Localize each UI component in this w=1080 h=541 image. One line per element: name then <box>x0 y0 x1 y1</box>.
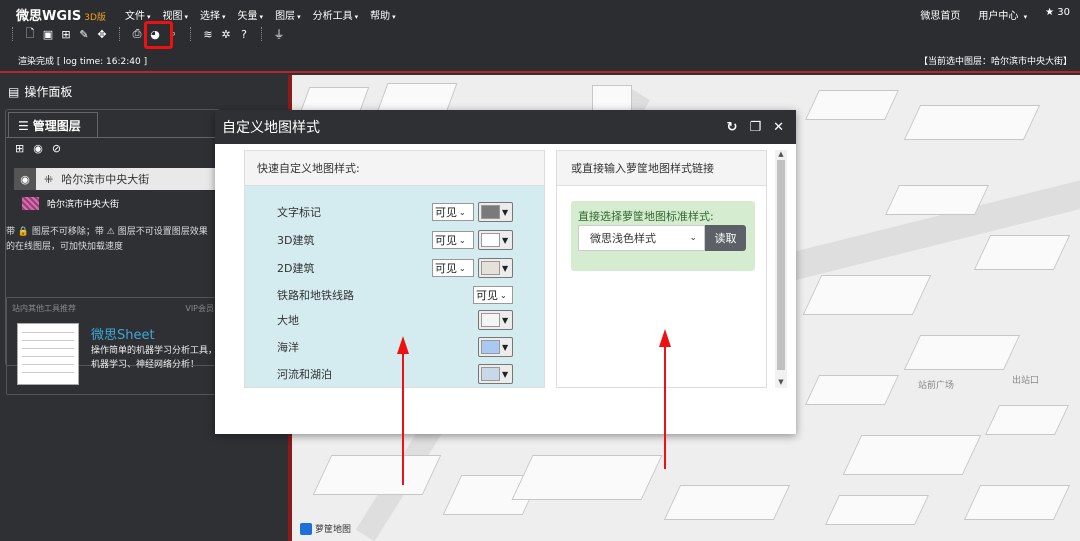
style-row: 大地 ▼ <box>245 309 544 331</box>
menu-analysis[interactable]: 分析工具 ▾ <box>313 7 359 22</box>
app-brand[interactable]: 微思WGIS 3D版 <box>16 5 106 24</box>
move-icon[interactable]: ✥ <box>93 26 111 42</box>
panel-icon: ▤ <box>8 84 20 99</box>
standard-style-select[interactable]: 微思浅色样式 ⌄ <box>578 225 705 251</box>
map-label-plaza: 站前广场 <box>918 381 955 391</box>
edit-icon[interactable]: ✎ <box>75 26 93 42</box>
layer-item[interactable]: ◉ ⁜ 哈尔滨市中央大街 <box>14 168 219 190</box>
list-icon: ☰ <box>18 118 29 133</box>
help-icon[interactable]: ? <box>235 26 253 42</box>
layer-name: 哈尔滨市中央大街 <box>61 173 150 186</box>
layer-actions: ⊞ ◉ ⊘ <box>15 142 61 155</box>
map-label-exit: 出站口 <box>1012 376 1040 386</box>
promo-title[interactable]: 微思Sheet <box>91 324 155 343</box>
layer-hint: 带 🔒 图层不可移除；带 ⚠ 图层不可设置图层效果 的在线图层，可加快加载速度 <box>6 227 208 252</box>
standard-style-label: 直接选择萝筐地图标准样式: <box>578 210 714 223</box>
close-icon[interactable]: ✕ <box>773 120 784 135</box>
top-right-links: 微思首页 用户中心 ▾ ★ 30 <box>920 7 1070 22</box>
menu-file[interactable]: 文件 ▾ <box>125 7 151 22</box>
style-row: 文字标记 可见 ⌄ ▼ <box>245 201 544 223</box>
panel-title: ▤ 操作面板 <box>8 84 73 100</box>
annotation-arrow-right <box>659 329 671 469</box>
promo-thumbnail <box>17 323 79 385</box>
color-picker[interactable]: ▼ <box>478 364 513 384</box>
visibility-select[interactable]: 可见 ⌄ <box>432 259 474 277</box>
color-picker[interactable]: ▼ <box>478 310 513 330</box>
show-all-icon[interactable]: ◉ <box>33 142 43 155</box>
tab-manage-layers[interactable]: ☰ 管理图层 <box>8 112 98 138</box>
palette-highlight-box <box>144 21 173 49</box>
menu-bar: 文件 ▾ 视图 ▾ 选择 ▾ 矢量 ▾ 图层 ▾ 分析工具 ▾ 帮助 ▾ <box>125 7 396 22</box>
layers-icon[interactable]: ≋ <box>199 26 217 42</box>
star-count[interactable]: ★ 30 <box>1045 7 1070 22</box>
plugin-icon[interactable]: ⏚ <box>270 26 288 42</box>
new-file-icon[interactable]: 🗋 <box>21 26 39 42</box>
eye-icon[interactable]: ◉ <box>14 168 36 190</box>
tool-promo[interactable]: 站内其他工具推荐 VIP会员 微思Sheet 操作简单的机器学习分析工具，机器学… <box>6 297 220 395</box>
hide-all-icon[interactable]: ⊘ <box>52 142 61 155</box>
user-center-menu[interactable]: 用户中心 ▾ <box>978 7 1027 22</box>
top-bar: 微思WGIS 3D版 文件 ▾ 视图 ▾ 选择 ▾ 矢量 ▾ 图层 ▾ 分析工具 ▾ 帮助 ▾ … <box>0 0 1080 73</box>
dialog-header: 自定义地图样式 ↻ ❐ ✕ <box>215 110 796 144</box>
style-row: 2D建筑 可见 ⌄ ▼ <box>245 257 544 279</box>
style-row: 3D建筑 可见 ⌄ ▼ <box>245 229 544 251</box>
menu-help[interactable]: 帮助 ▾ <box>370 7 396 22</box>
style-row: 铁路和地铁线路 可见 ⌄ <box>245 284 544 306</box>
scroll-thumb[interactable] <box>777 160 785 370</box>
custom-map-style-dialog: 自定义地图样式 ↻ ❐ ✕ 快速自定义地图样式: 文字标记 可见 ⌄ ▼ 3D建筑… <box>215 110 796 434</box>
map-logo-icon <box>300 522 312 535</box>
quick-style-header: 快速自定义地图样式: <box>245 151 544 186</box>
add-icon[interactable]: ⊞ <box>57 26 75 42</box>
annotation-arrow-left <box>397 336 409 485</box>
maximize-icon[interactable]: ❐ <box>749 120 761 135</box>
color-picker[interactable]: ▼ <box>478 202 513 222</box>
visibility-select[interactable]: 可见 ⌄ <box>432 231 474 249</box>
promo-header: 站内其他工具推荐 <box>12 304 76 313</box>
menu-vector[interactable]: 矢量 ▾ <box>238 7 264 22</box>
selected-layer-status: 【当前选中图层：哈尔滨市中央大街】 <box>918 57 1072 67</box>
app-version: 3D版 <box>84 13 106 23</box>
menu-view[interactable]: 视图 ▾ <box>163 7 189 22</box>
scroll-up-icon[interactable]: ▲ <box>775 150 787 160</box>
map-attribution[interactable]: 萝筐地图 <box>300 522 351 535</box>
color-picker[interactable]: ▼ <box>478 258 513 278</box>
drag-icon[interactable]: ⁜ <box>44 173 53 186</box>
standard-style-box: 直接选择萝筐地图标准样式: 微思浅色样式 ⌄ 读取 <box>571 201 755 271</box>
color-picker[interactable]: ▼ <box>478 230 513 250</box>
home-link[interactable]: 微思首页 <box>920 7 960 22</box>
read-button[interactable]: 读取 <box>705 225 746 251</box>
promo-desc: 操作简单的机器学习分析工具，机器学习、神经网络分析！ <box>91 346 218 370</box>
vip-label: VIP会员 <box>185 304 214 313</box>
refresh-icon[interactable]: ↻ <box>727 120 738 135</box>
dialog-title: 自定义地图样式 <box>222 120 320 136</box>
app-name: 微思WGIS <box>16 9 82 24</box>
dialog-scrollbar[interactable]: ▲ ▼ <box>775 150 787 388</box>
menu-layer[interactable]: 图层 ▾ <box>275 7 301 22</box>
style-swatch-icon <box>22 197 39 210</box>
visibility-select[interactable]: 可见 ⌄ <box>473 286 513 304</box>
sublayer-item[interactable]: 哈尔滨市中央大街 <box>22 197 119 210</box>
add-layer-icon[interactable]: ⊞ <box>15 142 24 155</box>
scroll-down-icon[interactable]: ▼ <box>775 378 787 388</box>
style-link-header: 或直接输入萝筐地图样式链接 <box>557 151 766 186</box>
menu-select[interactable]: 选择 ▾ <box>200 7 226 22</box>
visibility-select[interactable]: 可见 ⌄ <box>432 203 474 221</box>
color-picker[interactable]: ▼ <box>478 337 513 357</box>
save-icon[interactable]: ▣ <box>39 26 57 42</box>
settings-icon[interactable]: ✲ <box>217 26 235 42</box>
status-text: 渲染完成 [ log time: 16:2:40 ] <box>18 57 148 67</box>
